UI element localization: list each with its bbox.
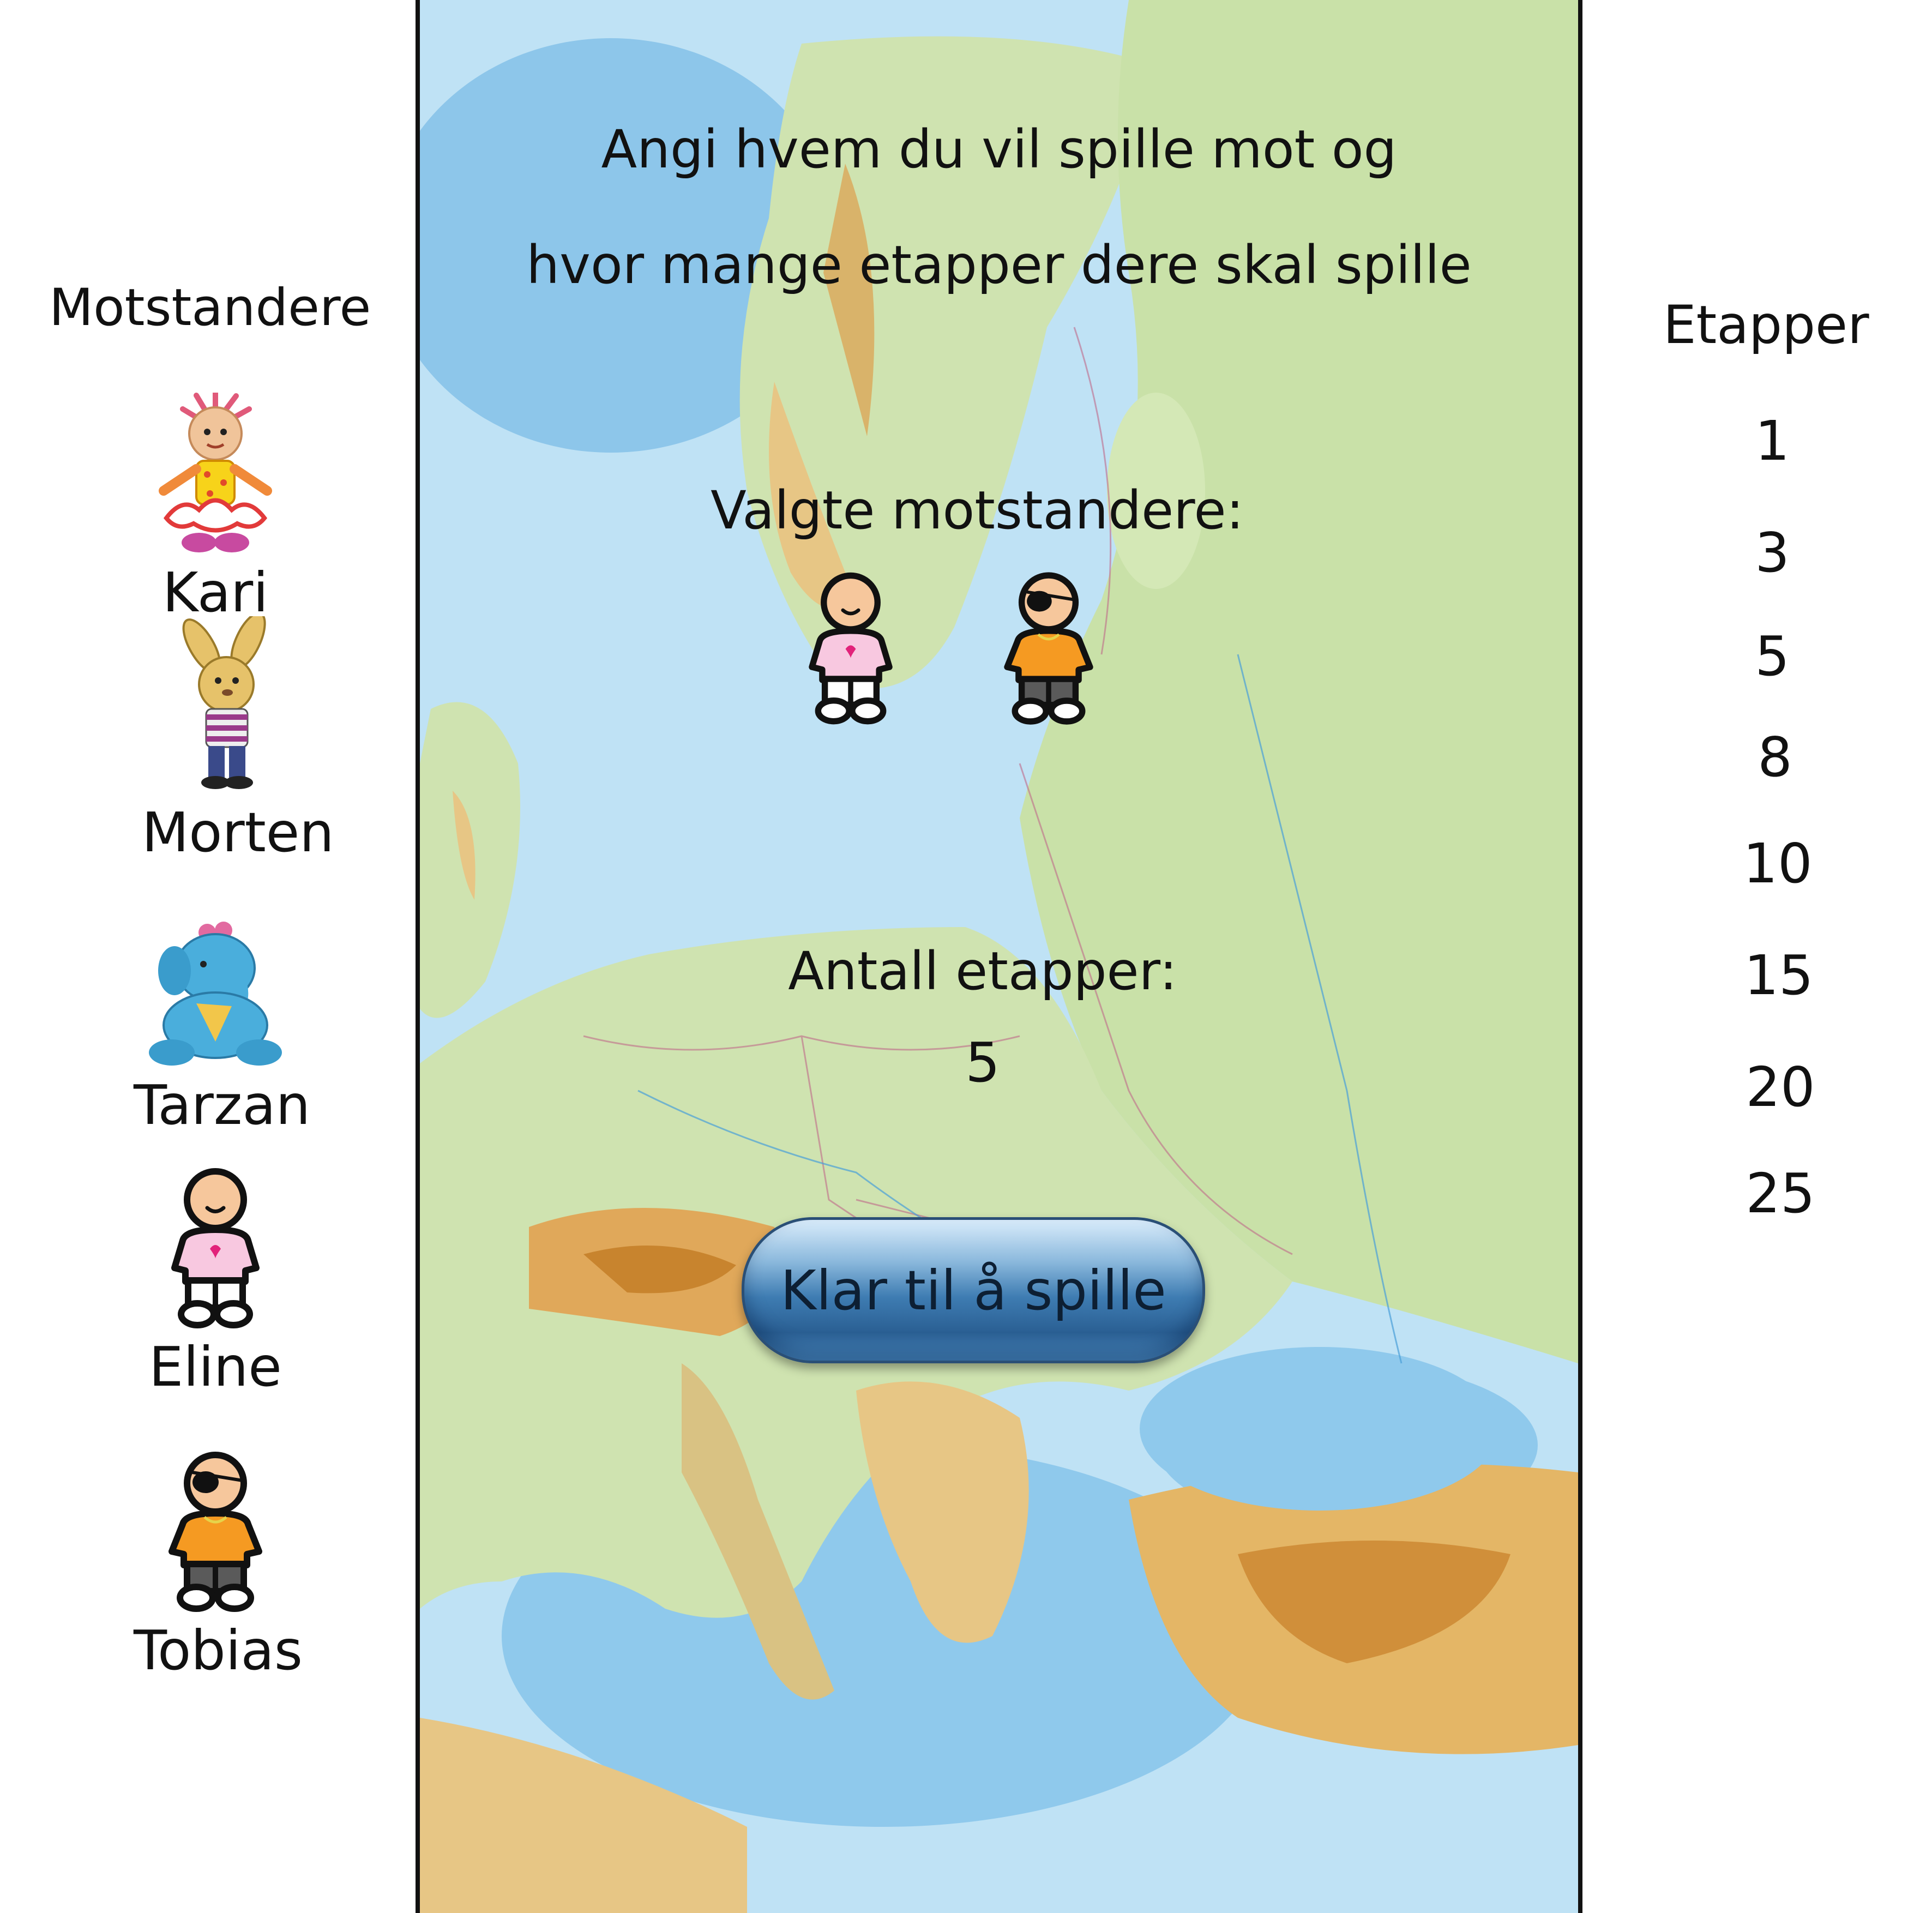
opponent-morten[interactable]: Morten [142, 616, 334, 864]
boy-eyepatch-pictogram-icon [134, 1451, 297, 1614]
opponent-tarzan[interactable]: Tarzan [134, 905, 311, 1137]
blue-elephant-icon [134, 905, 297, 1069]
girl-pictogram-icon [134, 1167, 297, 1331]
opponent-name: Morten [142, 801, 334, 864]
boy-eyepatch-pictogram-icon [1004, 572, 1093, 725]
opponents-title: Motstandere [49, 278, 371, 338]
stage-option-8[interactable]: 8 [1720, 725, 1829, 789]
opponent-kari[interactable]: Kari [134, 393, 297, 624]
stage-option-3[interactable]: 3 [1718, 521, 1827, 585]
stages-title: Antall etapper: [788, 941, 1177, 1002]
doll-girl-icon [134, 393, 297, 556]
stages-value: 5 [965, 1031, 1000, 1094]
opponent-name: Tobias [134, 1619, 303, 1682]
instruction-line-2: hvor mange etapper dere skal spille [526, 234, 1472, 296]
stage-option-25[interactable]: 25 [1726, 1162, 1835, 1225]
stage-option-1[interactable]: 1 [1718, 409, 1827, 473]
stage-option-15[interactable]: 15 [1724, 943, 1833, 1007]
opponent-tobias[interactable]: Tobias [134, 1451, 303, 1682]
stage-option-20[interactable]: 20 [1726, 1055, 1835, 1119]
opponent-eline[interactable]: Eline [134, 1167, 297, 1399]
opponent-name: Tarzan [134, 1073, 311, 1137]
girl-pictogram-icon [809, 572, 893, 725]
ready-to-play-button[interactable]: Klar til å spille [742, 1217, 1205, 1363]
instruction-line-1: Angi hvem du vil spille mot og [601, 119, 1397, 180]
stage-option-10[interactable]: 10 [1723, 832, 1832, 895]
stage-option-5[interactable]: 5 [1718, 624, 1827, 688]
selected-opponent-eline[interactable] [802, 567, 900, 733]
opponent-name: Kari [162, 561, 268, 624]
europe-map-panel: Angi hvem du vil spille mot og hvor mang… [416, 0, 1582, 1913]
stages-panel-title: Etapper [1663, 294, 1869, 356]
selected-opponents-title: Valgte motstandere: [711, 480, 1244, 541]
rabbit-icon [142, 616, 305, 796]
selected-opponent-tobias[interactable] [997, 567, 1100, 733]
opponent-name: Eline [149, 1335, 282, 1399]
